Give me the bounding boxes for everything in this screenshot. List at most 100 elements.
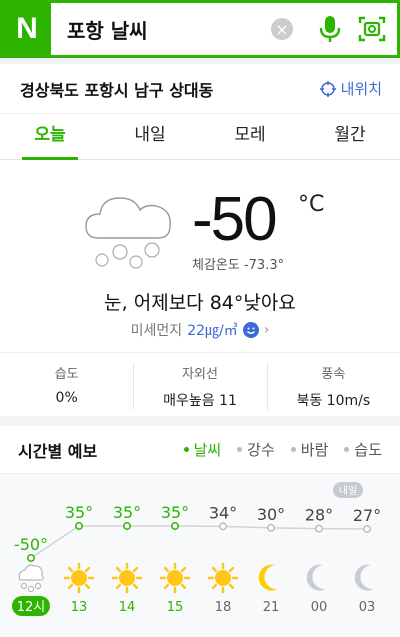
- sun-ray: [67, 566, 74, 573]
- snowflake: [21, 583, 27, 589]
- temperature-label: -50°: [14, 535, 48, 554]
- lens-search-icon[interactable]: [357, 14, 387, 44]
- temperature-point: [315, 524, 323, 533]
- temperature-unit: °C: [298, 192, 325, 217]
- good-smile-icon: [242, 322, 259, 338]
- sun-ray: [84, 566, 91, 573]
- snowflake: [28, 586, 34, 592]
- location-target-icon: [319, 80, 336, 97]
- tomorrow-badge-label: 내일: [339, 485, 357, 497]
- hour-label: 13: [71, 600, 88, 615]
- clear-icon[interactable]: ×: [271, 18, 293, 40]
- temperature-label: 28°: [305, 506, 333, 525]
- filter-label: 날씨: [193, 441, 222, 459]
- sun-ray: [84, 583, 91, 590]
- filter-label: 바람: [300, 441, 329, 459]
- hour-label: 03: [359, 600, 376, 615]
- tab-day-after[interactable]: 모레: [200, 114, 300, 159]
- chevron-right-icon: ›: [263, 322, 270, 338]
- tab-tomorrow[interactable]: 내일: [100, 114, 200, 159]
- moon-shape: [258, 564, 278, 591]
- sun-ray: [211, 583, 218, 590]
- temperature-point: [27, 554, 35, 562]
- sun-ray: [115, 583, 122, 590]
- temperature-point: [171, 522, 179, 530]
- sun-icon: [63, 562, 95, 594]
- sun-ray: [180, 583, 187, 590]
- my-location-button[interactable]: 내위치: [319, 78, 382, 99]
- temperature-label: 35°: [113, 503, 141, 522]
- hourly-forecast-title: 시간별 예보: [18, 441, 98, 461]
- temperature-label: 35°: [161, 503, 189, 522]
- sun-ray: [211, 566, 218, 573]
- sun-disc: [71, 570, 87, 586]
- hour-label: 00: [311, 600, 328, 615]
- hourly-forecast-chart[interactable]: 내일 -50° 12시 35° 13 35° 14 35° 15 34° 18 30° 21 28° 00 2…: [0, 474, 400, 637]
- hour-label: 14: [119, 600, 136, 615]
- stat-value: 0%: [55, 390, 78, 406]
- fine-dust-value: 22㎍/㎥: [187, 323, 238, 339]
- temperature-point: [363, 525, 371, 533]
- sun-ray: [132, 583, 139, 590]
- naver-logo[interactable]: N: [3, 3, 51, 55]
- tab-today[interactable]: 오늘: [0, 114, 100, 160]
- filter-weather[interactable]: 날씨: [183, 439, 222, 460]
- snow-cloud-icon: [85, 197, 171, 269]
- hour-label: 15: [167, 600, 184, 615]
- sun-icon: [207, 562, 239, 594]
- tab-monthly[interactable]: 월간: [300, 114, 400, 159]
- sun-ray: [228, 566, 235, 573]
- sun-ray: [132, 566, 139, 573]
- filter-precipitation[interactable]: 강수: [237, 439, 275, 460]
- stat-humidity: 습도 0%: [0, 353, 133, 416]
- hour-label: 12시: [17, 600, 46, 615]
- temperature-label: 27°: [353, 506, 381, 525]
- stat-label: 풍속: [321, 367, 346, 382]
- temperature-point: [75, 522, 83, 530]
- snowflake: [35, 583, 41, 589]
- temperature-label: 30°: [257, 505, 285, 524]
- location-row: 경상북도 포항시 남구 상대동 내위치: [0, 64, 400, 114]
- sun-icon: [111, 562, 143, 594]
- stat-label: 자외선: [182, 367, 218, 382]
- stat-wind: 풍속 북동 10m/s: [266, 353, 400, 416]
- moon-icon: [258, 564, 278, 591]
- hourly-forecast-header: 시간별 예보 날씨 강수 바람 습도: [0, 426, 400, 474]
- hour-label: 18: [215, 600, 232, 615]
- cloud-shape: [18, 564, 44, 581]
- search-bar: N 포항 날씨 ×: [0, 0, 400, 58]
- filter-humidity[interactable]: 습도: [344, 439, 382, 460]
- temperature-label: 35°: [65, 503, 93, 522]
- sun-disc: [119, 570, 135, 586]
- my-location-label: 내위치: [340, 80, 382, 98]
- search-input[interactable]: 포항 날씨: [51, 15, 271, 44]
- sun-disc: [167, 570, 183, 586]
- day-tabs: 오늘 내일 모레 월간: [0, 114, 400, 160]
- moon-gray-icon: [306, 564, 326, 591]
- snow-cloud-icon: [18, 564, 44, 592]
- temperature-point: [267, 523, 275, 532]
- location-name: 경상북도 포항시 남구 상대동: [20, 80, 214, 100]
- moon-shape: [354, 564, 374, 591]
- filter-label: 습도: [354, 441, 382, 459]
- temperature-label: 34°: [209, 503, 237, 522]
- stat-value: 북동 10m/s: [296, 393, 371, 409]
- moon-shape: [306, 564, 326, 591]
- weather-comparison: 눈, 어제보다 84°낮아요: [104, 292, 296, 314]
- sun-ray: [163, 566, 170, 573]
- sun-ray: [115, 566, 122, 573]
- temperature-point: [123, 522, 131, 530]
- stat-value: 매우높음 11: [163, 393, 237, 409]
- sun-icon: [159, 562, 191, 594]
- microphone-icon[interactable]: [317, 14, 343, 44]
- sun-ray: [163, 583, 170, 590]
- fine-dust-label: 미세먼지: [130, 323, 183, 339]
- filter-label: 강수: [247, 441, 275, 459]
- sun-ray: [67, 583, 74, 590]
- filter-wind[interactable]: 바람: [290, 439, 329, 460]
- fine-dust-link[interactable]: 미세먼지 22㎍/㎥ ›: [0, 320, 400, 340]
- hour-label: 21: [263, 600, 280, 615]
- stat-uv: 자외선 매우높음 11: [133, 353, 266, 416]
- sun-ray: [180, 566, 187, 573]
- temperature-point: [219, 522, 227, 531]
